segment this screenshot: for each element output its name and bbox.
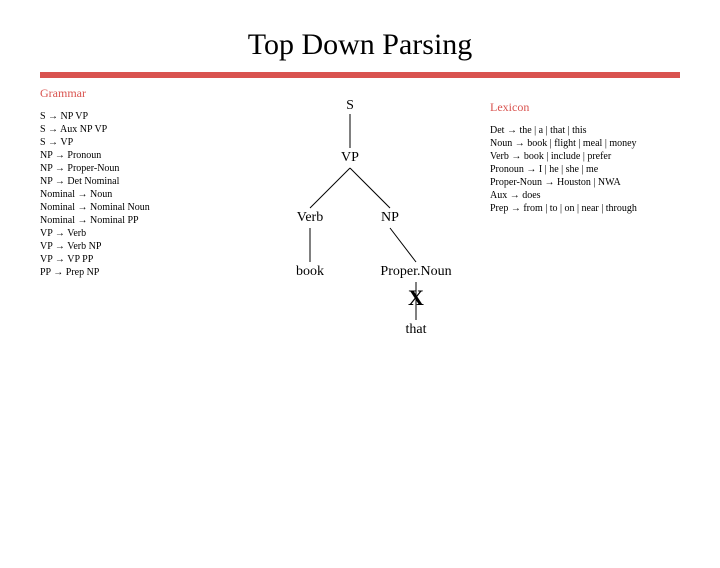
lexicon-entry: Proper-Noun → Houston | NWA: [490, 176, 680, 189]
tree-node-verb: Verb: [297, 210, 323, 226]
grammar-rule: Nominal → Nominal Noun: [40, 201, 210, 214]
lexicon-column: Lexicon Det → the | a | that | this Noun…: [490, 86, 680, 406]
tree-edges: [210, 86, 490, 406]
lexicon-entry: Noun → book | flight | meal | money: [490, 137, 680, 150]
grammar-column: Grammar S → NP VP S → Aux NP VP S → VP N…: [40, 86, 210, 406]
grammar-rule: VP → Verb NP: [40, 240, 210, 253]
tree-node-vp: VP: [341, 150, 359, 166]
page-title: Top Down Parsing: [0, 28, 720, 62]
grammar-rule: VP → Verb: [40, 227, 210, 240]
divider: [40, 72, 680, 78]
grammar-rule: VP → VP PP: [40, 253, 210, 266]
grammar-rule: Nominal → Nominal PP: [40, 214, 210, 227]
lexicon-entry: Det → the | a | that | this: [490, 124, 680, 137]
tree-node-s: S: [346, 98, 354, 114]
parse-tree: S VP Verb NP book Proper.Noun X that: [210, 86, 490, 406]
grammar-rule: NP → Proper-Noun: [40, 162, 210, 175]
tree-leaf-that: that: [406, 322, 427, 338]
grammar-rule: NP → Det Nominal: [40, 175, 210, 188]
grammar-rule: NP → Pronoun: [40, 149, 210, 162]
tree-fail-x: X: [408, 285, 424, 311]
lexicon-entry: Pronoun → I | he | she | me: [490, 163, 680, 176]
grammar-rule: S → NP VP: [40, 110, 210, 123]
grammar-rule: Nominal → Noun: [40, 188, 210, 201]
tree-leaf-book: book: [296, 264, 324, 280]
tree-node-np: NP: [381, 210, 399, 226]
content-columns: Grammar S → NP VP S → Aux NP VP S → VP N…: [0, 86, 720, 406]
lexicon-entry: Aux → does: [490, 189, 680, 202]
tree-node-propernoun: Proper.Noun: [380, 264, 451, 280]
grammar-rule: PP → Prep NP: [40, 266, 210, 279]
lexicon-entry: Verb → book | include | prefer: [490, 150, 680, 163]
grammar-rule: S → VP: [40, 136, 210, 149]
lexicon-entry: Prep → from | to | on | near | through: [490, 202, 680, 215]
grammar-rule: S → Aux NP VP: [40, 123, 210, 136]
lexicon-header: Lexicon: [490, 100, 680, 116]
grammar-header: Grammar: [40, 86, 210, 102]
